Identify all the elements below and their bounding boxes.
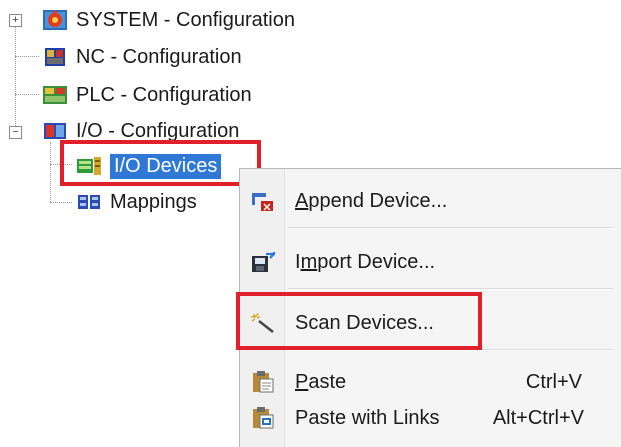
tree-item-label: Mappings xyxy=(110,190,197,213)
import-device-icon xyxy=(252,252,276,272)
menu-access-key: A xyxy=(295,189,309,212)
paste-links-icon xyxy=(253,407,274,429)
menu-item-paste[interactable]: Paste Ctrl+V xyxy=(240,362,621,402)
tree-item-mappings[interactable]: Mappings xyxy=(76,187,197,217)
menu-item-append-device[interactable]: Append Device... xyxy=(240,181,621,221)
menu-separator xyxy=(288,227,614,229)
highlight-frame-io-devices xyxy=(60,140,261,186)
tree-item-label: PLC - Configuration xyxy=(76,83,252,106)
append-device-icon xyxy=(252,193,273,211)
tree-connector xyxy=(15,20,16,132)
menu-item-label: Paste xyxy=(295,370,347,393)
menu-item-paste-with-links[interactable]: Paste with Links Alt+Ctrl+V xyxy=(240,398,621,438)
io-config-icon xyxy=(44,123,66,139)
nc-config-icon xyxy=(45,48,65,66)
tree-item-plc-configuration[interactable]: PLC - Configuration xyxy=(42,80,252,110)
tree-item-label: SYSTEM - Configuration xyxy=(76,8,295,31)
menu-item-label: Import Device... xyxy=(295,250,436,273)
menu-item-label: Append Device... xyxy=(295,189,448,212)
plc-config-icon xyxy=(43,86,67,104)
tree-connector xyxy=(15,56,39,57)
tree-connector xyxy=(15,94,39,95)
collapse-toggle-io[interactable]: − xyxy=(9,126,22,139)
menu-item-import-device[interactable]: Import Device... xyxy=(240,242,621,282)
highlight-frame-scan-devices xyxy=(236,292,482,350)
tree-item-label: NC - Configuration xyxy=(76,45,242,68)
menu-shortcut: Alt+Ctrl+V xyxy=(492,406,584,429)
menu-access-key: m xyxy=(300,250,318,273)
menu-shortcut: Ctrl+V xyxy=(525,370,582,393)
expand-toggle-system[interactable]: + xyxy=(9,14,22,27)
tree-connector xyxy=(50,202,72,203)
mappings-icon xyxy=(78,195,100,209)
system-config-icon xyxy=(43,10,67,30)
tree-item-nc-configuration[interactable]: NC - Configuration xyxy=(42,42,242,72)
paste-icon xyxy=(253,371,274,393)
tree-item-system-configuration[interactable]: SYSTEM - Configuration xyxy=(42,5,295,35)
menu-item-label: Paste with Links xyxy=(295,406,440,429)
menu-access-key: P xyxy=(295,370,309,393)
menu-separator xyxy=(288,288,614,290)
tree-connector xyxy=(50,142,51,202)
